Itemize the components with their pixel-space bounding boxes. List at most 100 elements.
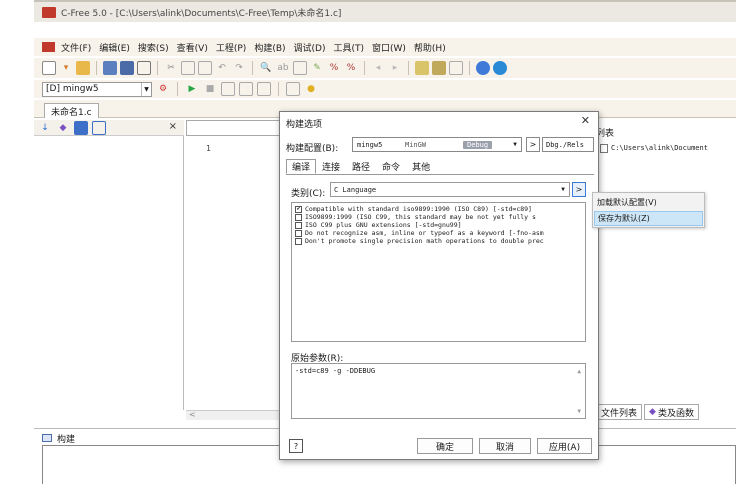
config-output-field[interactable]: Dbg./Rels — [542, 137, 594, 152]
stop-icon[interactable]: ■ — [203, 82, 217, 96]
menu-tools[interactable]: 工具(T) — [333, 41, 364, 54]
save-icon[interactable] — [103, 61, 117, 75]
file-view-icon[interactable] — [92, 120, 106, 135]
menu-window[interactable]: 窗口(W) — [372, 41, 406, 54]
build-tab-label: 构建 — [57, 434, 76, 445]
menu-item-load-default[interactable]: 加载默认配置(V) — [594, 195, 703, 210]
window-tile-icon[interactable] — [432, 61, 446, 75]
menu-project[interactable]: 工程(P) — [216, 41, 246, 54]
comment-icon[interactable]: % — [327, 61, 341, 75]
category-context-menu: 加载默认配置(V) 保存为默认(Z) — [592, 192, 705, 228]
option-item[interactable]: ISO C99 plus GNU extensions [-std=gnu99] — [295, 221, 582, 229]
bookmark-icon[interactable]: ✎ — [310, 61, 324, 75]
close-icon[interactable]: ✕ — [581, 114, 590, 127]
breakpoint-icon[interactable]: ● — [304, 82, 318, 96]
menu-view[interactable]: 查看(V) — [177, 41, 208, 54]
run-icon[interactable]: ▶ — [185, 82, 199, 96]
replace-icon[interactable]: ab — [276, 61, 290, 75]
category-menu-button[interactable]: > — [572, 182, 586, 197]
menu-bar: 文件(F) 编辑(E) 搜索(S) 查看(V) 工程(P) 构建(B) 调试(D… — [34, 38, 736, 56]
config-next-button[interactable]: > — [526, 137, 540, 152]
menu-search[interactable]: 搜索(S) — [138, 41, 169, 54]
tab-untitled-1[interactable]: 未命名1.c — [44, 103, 99, 118]
file-list-tabs: 文件列表 ◆ 类及函数 — [596, 404, 699, 420]
redo-icon[interactable]: ↷ — [232, 61, 246, 75]
uncomment-icon[interactable]: % — [344, 61, 358, 75]
scroll-left-icon[interactable]: < — [189, 410, 196, 419]
option-item[interactable]: ✔ Compatible with standard iso9899:1990 (… — [295, 205, 582, 213]
scroll-down-icon[interactable]: ▼ — [577, 408, 581, 415]
class-icon: ◆ — [649, 407, 656, 417]
find-in-files-icon[interactable] — [293, 61, 307, 75]
help-icon[interactable] — [476, 61, 490, 75]
cut-icon[interactable]: ✂ — [164, 61, 178, 75]
option-item[interactable]: Don't promote single precision math oper… — [295, 237, 582, 245]
compiler-settings-icon[interactable]: ⚙ — [156, 82, 170, 96]
app-icon — [42, 6, 56, 18]
checkbox-icon[interactable] — [295, 229, 302, 237]
toolbar-separator — [96, 61, 97, 75]
print-icon[interactable] — [137, 61, 151, 75]
option-text: Compatible with standard iso9899:1990 (I… — [305, 205, 532, 213]
compile-options-list[interactable]: ✔ Compatible with standard iso9899:1990 (… — [291, 202, 586, 342]
cancel-button[interactable]: 取消 — [479, 438, 531, 454]
window-cascade-icon[interactable] — [449, 61, 463, 75]
menu-debug[interactable]: 调试(D) — [294, 41, 326, 54]
tab-build[interactable]: 构建 — [42, 431, 75, 445]
menu-item-save-as-default[interactable]: 保存为默认(Z) — [594, 211, 703, 226]
app-icon — [42, 42, 55, 52]
compile-icon[interactable] — [221, 82, 235, 96]
new-file-icon[interactable] — [42, 61, 56, 75]
checkbox-icon[interactable] — [295, 213, 302, 221]
tab-file-list[interactable]: 文件列表 — [596, 404, 643, 420]
tab-command[interactable]: 命令 — [376, 159, 406, 174]
indent-icon[interactable]: ◂ — [371, 61, 385, 75]
sort-icon[interactable]: ↓ — [38, 121, 52, 135]
tab-classes-functions[interactable]: ◆ 类及函数 — [644, 404, 699, 420]
menu-help[interactable]: 帮助(H) — [414, 41, 446, 54]
option-item[interactable]: ISO9899:1999 (ISO C99, this standard may… — [295, 213, 582, 221]
save-all-icon[interactable] — [120, 61, 134, 75]
menu-edit[interactable]: 编辑(E) — [99, 41, 130, 54]
rebuild-icon[interactable] — [257, 82, 271, 96]
find-icon[interactable]: 🔍 — [259, 61, 273, 75]
menu-build[interactable]: 构建(B) — [254, 41, 285, 54]
file-path: C:\Users\alink\Document — [611, 144, 708, 152]
ok-button[interactable]: 确定 — [417, 438, 473, 454]
outdent-icon[interactable]: ▸ — [388, 61, 402, 75]
about-icon[interactable] — [493, 61, 507, 75]
toolbar-separator — [177, 82, 178, 96]
tab-other[interactable]: 其他 — [406, 159, 436, 174]
file-list-item[interactable]: C:\Users\alink\Document — [600, 142, 736, 154]
build-config-select[interactable]: mingw5 MinGW Debug ▼ — [352, 137, 522, 152]
build-icon[interactable] — [239, 82, 253, 96]
compiler-select[interactable]: [D] mingw5 ▼ — [42, 81, 152, 97]
checkbox-icon[interactable] — [295, 221, 302, 229]
menu-file[interactable]: 文件(F) — [61, 41, 91, 54]
close-icon[interactable]: × — [169, 121, 177, 132]
paste-icon[interactable] — [198, 61, 212, 75]
open-folder-icon[interactable] — [76, 61, 90, 75]
help-button[interactable]: ? — [289, 439, 303, 453]
tab-path[interactable]: 路径 — [346, 159, 376, 174]
new-dropdown-icon[interactable]: ▾ — [59, 61, 73, 75]
tab-link[interactable]: 连接 — [316, 159, 346, 174]
scroll-up-icon[interactable]: ▲ — [577, 368, 581, 375]
window-icon[interactable] — [415, 61, 429, 75]
window-titlebar: C-Free 5.0 - [C:\Users\alink\Documents\C… — [34, 0, 736, 22]
option-item[interactable]: Do not recognize asm, inline or typeof a… — [295, 229, 582, 237]
class-icon[interactable]: ◆ — [56, 121, 70, 135]
project-panel: ↓ ◆ × — [34, 120, 184, 410]
checkbox-icon[interactable] — [295, 237, 302, 245]
build-window-icon — [42, 434, 52, 442]
undo-icon[interactable]: ↶ — [215, 61, 229, 75]
checkbox-checked-icon[interactable]: ✔ — [295, 205, 302, 213]
list-icon[interactable] — [74, 120, 88, 135]
debug-icon[interactable] — [286, 82, 300, 96]
copy-icon[interactable] — [181, 61, 195, 75]
apply-button[interactable]: 应用(A) — [537, 438, 592, 454]
chevron-down-icon: ▼ — [141, 82, 151, 96]
raw-params-textarea[interactable]: -std=c89 -g -DDEBUG ▲ ▼ — [291, 363, 586, 419]
category-select[interactable]: C Language ▼ — [330, 182, 570, 197]
tab-compile[interactable]: 编译 — [286, 159, 317, 174]
